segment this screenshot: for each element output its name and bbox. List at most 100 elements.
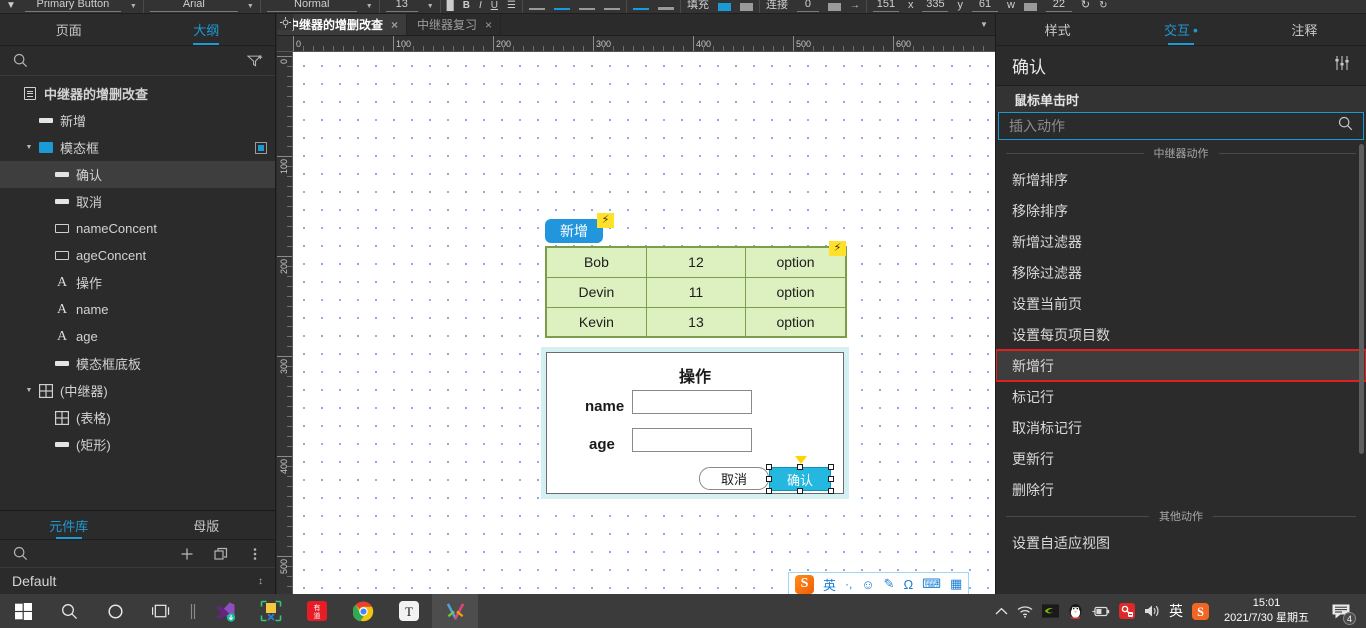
ime-punctuation-icon[interactable]: ·,	[845, 577, 852, 591]
resize-handle[interactable]	[797, 488, 803, 494]
document-tab-secondary[interactable]: 中继器复习 ×	[407, 14, 502, 35]
font-family-select[interactable]: Arial	[149, 0, 238, 12]
keyboard-icon[interactable]: ⌨	[922, 576, 941, 592]
task-view-icon[interactable]	[138, 594, 184, 628]
notification-center-button[interactable]: 4	[1324, 594, 1358, 628]
line-color-swatch[interactable]	[739, 3, 753, 11]
table-row[interactable]: Kevin 13 option	[545, 306, 847, 338]
chevron-updown-icon[interactable]: ↕	[258, 576, 263, 587]
outline-tree-item[interactable]: ageConcent	[0, 242, 275, 269]
outline-tree-item[interactable]: ▼ (中继器)	[0, 377, 275, 404]
action-list-item[interactable]: 设置每页项目数	[996, 319, 1366, 350]
table-cell[interactable]: 12	[645, 246, 747, 278]
action-list-item[interactable]: 新增排序	[996, 164, 1366, 195]
font-weight-select[interactable]: Normal	[266, 0, 357, 12]
action-search-box[interactable]	[998, 112, 1364, 140]
resize-handle[interactable]	[766, 464, 772, 470]
outline-tree-item[interactable]: ▼ 模态框	[0, 134, 275, 161]
outline-tree-item[interactable]: 中继器的增删改查	[0, 80, 275, 107]
outline-tree-item[interactable]: Aname	[0, 296, 275, 323]
underline-icon[interactable]: U	[491, 0, 498, 12]
volume-icon[interactable]	[1144, 604, 1160, 618]
show-hidden-icons-icon[interactable]	[995, 607, 1008, 616]
age-field-input[interactable]	[632, 428, 752, 452]
resize-handle[interactable]	[766, 488, 772, 494]
action-list[interactable]: 中继器动作 新增排序 移除排序 新增过滤器 移除过滤器 设置当前页 设置每页项目数 新增行 标记…	[996, 142, 1366, 594]
taskbar-search-icon[interactable]	[46, 594, 92, 628]
filter-add-icon[interactable]	[245, 51, 265, 71]
more-icon[interactable]	[245, 544, 265, 564]
resize-handle[interactable]	[766, 476, 772, 482]
tab-masters[interactable]: 母版	[138, 511, 276, 539]
outline-tree-item[interactable]: 新增	[0, 107, 275, 134]
app-icon[interactable]	[248, 594, 294, 628]
outline-tree-item[interactable]: 确认	[0, 161, 275, 188]
document-tab-active[interactable]: 中继器的增删改查 ×	[277, 14, 408, 35]
repeater-table[interactable]: Bob 12 option Devin 11 option Kevin 13 option	[545, 246, 847, 338]
size-w-input[interactable]: 61	[971, 0, 998, 12]
tab-style[interactable]: 样式	[996, 14, 1119, 45]
arrow-style-icon[interactable]: →	[850, 0, 860, 12]
resize-handle[interactable]	[828, 464, 834, 470]
add-icon[interactable]	[177, 544, 197, 564]
outline-tree-item[interactable]: 模态框底板	[0, 350, 275, 377]
tab-interactions[interactable]: 交互 •	[1119, 14, 1242, 45]
qq-pc-manager-icon[interactable]	[1119, 603, 1135, 619]
action-list-item[interactable]: 标记行	[996, 381, 1366, 412]
close-icon[interactable]: ×	[391, 18, 398, 32]
modal-backdrop[interactable]: 操作 name age 取消 确认	[541, 347, 849, 499]
action-list-item[interactable]: 取消标记行	[996, 412, 1366, 443]
library-selector[interactable]: Default ↕	[0, 568, 275, 594]
search-icon[interactable]	[1338, 116, 1353, 136]
visual-studio-icon[interactable]	[202, 594, 248, 628]
chevron-down-icon[interactable]: ▼	[22, 387, 36, 394]
table-row[interactable]: Devin 11 option	[545, 276, 847, 308]
pen-icon[interactable]: ✎	[884, 576, 895, 592]
style-paint-icon[interactable]: ▼	[6, 0, 16, 12]
chevron-down-icon[interactable]: ▼	[130, 3, 137, 10]
emoji-icon[interactable]: ☺	[861, 577, 874, 592]
chevron-down-icon[interactable]: ▼	[366, 3, 373, 10]
align-right-icon[interactable]	[578, 8, 595, 10]
action-list-item[interactable]: 设置当前页	[996, 288, 1366, 319]
action-search-input[interactable]	[1009, 118, 1338, 134]
sogou-tray-icon[interactable]: S	[1192, 602, 1209, 620]
omega-symbol-icon[interactable]: Ω	[904, 577, 914, 592]
bullet-list-icon[interactable]: ☰	[507, 0, 516, 12]
tab-outline[interactable]: 大纲	[138, 14, 276, 45]
ime-mode-label[interactable]: 英	[823, 575, 836, 594]
outline-tree-item[interactable]: A 操作	[0, 269, 275, 296]
modal-panel[interactable]: 操作 name age 取消 确认	[546, 352, 844, 494]
vertical-ruler[interactable]: 0 100 200 300 400 500	[277, 52, 293, 594]
search-icon[interactable]	[10, 51, 30, 71]
bold-icon[interactable]: B	[463, 0, 470, 12]
valign-top-icon[interactable]	[632, 8, 649, 10]
action-list-item[interactable]: 新增行	[996, 349, 1366, 382]
resize-handle[interactable]	[797, 464, 803, 470]
outline-tree-item[interactable]: nameConcent	[0, 215, 275, 242]
sliders-icon[interactable]	[1334, 56, 1350, 75]
italic-icon[interactable]: I	[479, 0, 482, 12]
nvidia-icon[interactable]	[1042, 604, 1059, 618]
typora-icon[interactable]: T	[386, 594, 432, 628]
tab-widget-library[interactable]: 元件库	[0, 511, 138, 539]
resize-handle[interactable]	[828, 488, 834, 494]
chevron-down-icon[interactable]: ▼	[427, 3, 434, 10]
action-list-item[interactable]: 更新行	[996, 443, 1366, 474]
position-y-input[interactable]: 335	[922, 0, 949, 12]
action-list-item[interactable]: 移除过滤器	[996, 257, 1366, 288]
table-cell[interactable]: option	[745, 276, 847, 308]
dynamic-panel-badge[interactable]	[255, 141, 267, 154]
outline-tree-item[interactable]: (表格)	[0, 404, 275, 431]
fill-color-swatch[interactable]	[717, 3, 731, 11]
tabbar-overflow-icon[interactable]: ▼	[973, 14, 995, 35]
chrome-icon[interactable]	[340, 594, 386, 628]
font-size-select[interactable]: 13	[385, 0, 418, 12]
interaction-bolt-icon[interactable]: ⚡	[597, 213, 614, 228]
ruler-origin-icon[interactable]	[277, 14, 293, 30]
widget-style-select[interactable]: Primary Button	[24, 0, 121, 12]
apps-icon[interactable]: ▦	[950, 576, 962, 592]
ime-language-icon[interactable]: 英	[1169, 601, 1183, 621]
outline-tree-item[interactable]: Aage	[0, 323, 275, 350]
table-cell[interactable]: 11	[645, 276, 747, 308]
